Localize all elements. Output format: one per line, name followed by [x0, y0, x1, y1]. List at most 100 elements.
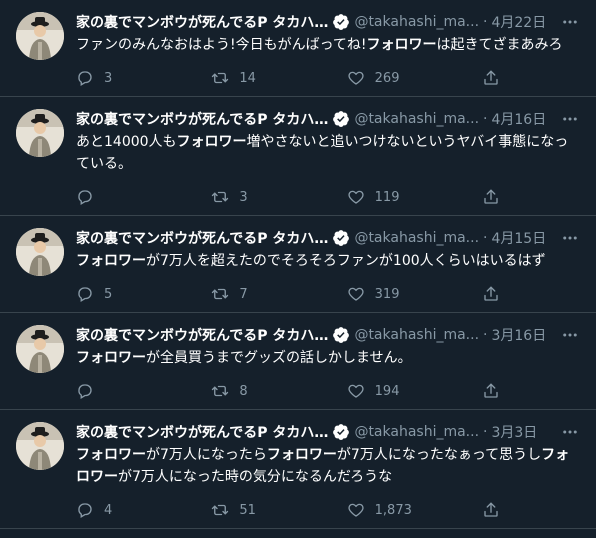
display-name[interactable]: 家の裏でマンボウが死んでるP タカハ…: [76, 422, 328, 442]
retweet-count: 51: [239, 502, 256, 518]
like-button[interactable]: 319: [339, 277, 474, 311]
share-button[interactable]: [474, 493, 508, 527]
heart-icon: [339, 493, 373, 527]
like-count: 319: [374, 286, 400, 302]
tweet-date[interactable]: 4月16日: [491, 109, 546, 129]
tweet-actions: 5 7 319: [68, 276, 508, 312]
display-name[interactable]: 家の裏でマンボウが死んでるP タカハ…: [76, 228, 328, 248]
tweet-text-segment: が7万人を超えたのでそろそろファンが100人くらいはいるはず: [146, 253, 546, 269]
retweet-icon: [203, 180, 237, 214]
verified-badge-icon: [332, 13, 350, 31]
more-icon[interactable]: [560, 422, 580, 442]
reply-button[interactable]: 5: [68, 277, 203, 311]
user-handle[interactable]: @takahashi_ma...: [354, 111, 479, 127]
tweet-date[interactable]: 3月16日: [491, 325, 546, 345]
tweet-date[interactable]: 3月3日: [491, 422, 537, 442]
tweet-text-bold: フォロワー: [366, 37, 437, 53]
tweet-text-segment: ファンのみんなおはよう!今日もがんばってね!: [76, 37, 367, 53]
like-count: 1,873: [374, 502, 412, 518]
separator-dot: ·: [483, 111, 488, 127]
verified-badge-icon: [332, 110, 350, 128]
reply-icon: [68, 374, 102, 408]
reply-count: 5: [104, 286, 113, 302]
retweet-button[interactable]: 3: [203, 180, 338, 214]
avatar[interactable]: [16, 228, 64, 276]
tweet[interactable]: 家の裏でマンボウが死んでるP タカハ… @takahashi_ma... · 4…: [0, 0, 596, 97]
retweet-button[interactable]: 14: [203, 61, 338, 95]
tweet-text-bold: フォロワー: [76, 253, 146, 269]
tweet[interactable]: 家の裏でマンボウが死んでるP タカハ… @takahashi_ma... · 4…: [0, 216, 596, 313]
tweet[interactable]: 家の裏でマンボウが死んでるP タカハ… @takahashi_ma... · 3…: [0, 313, 596, 410]
retweet-icon: [203, 61, 237, 95]
more-icon[interactable]: [560, 12, 580, 32]
like-button[interactable]: 119: [339, 180, 474, 214]
tweet[interactable]: 家の裏でマンボウが死んでるP タカハ… @takahashi_ma... · 3…: [0, 410, 596, 529]
share-button[interactable]: [474, 61, 508, 95]
heart-icon: [339, 374, 373, 408]
tweet-date[interactable]: 4月22日: [491, 12, 546, 32]
share-icon: [474, 61, 508, 95]
tweet-text-segment: が7万人になったら: [146, 447, 267, 463]
retweet-icon: [203, 493, 237, 527]
tweet-actions: 4 51 1,873: [68, 492, 508, 528]
reply-icon: [68, 61, 102, 95]
avatar[interactable]: [16, 422, 64, 470]
separator-dot: ·: [483, 14, 488, 30]
reply-count: 3: [104, 70, 113, 86]
tweet-header: 家の裏でマンボウが死んでるP タカハ… @takahashi_ma... · 4…: [76, 12, 580, 32]
separator-dot: ·: [483, 327, 488, 343]
reply-button[interactable]: 3: [68, 61, 203, 95]
reply-button[interactable]: [68, 180, 203, 214]
more-icon[interactable]: [560, 228, 580, 248]
tweet-content: 家の裏でマンボウが死んでるP タカハ… @takahashi_ma... · 3…: [76, 422, 580, 528]
share-icon: [474, 180, 508, 214]
tweet-content: 家の裏でマンボウが死んでるP タカハ… @takahashi_ma... · 4…: [76, 228, 580, 312]
heart-icon: [339, 277, 373, 311]
user-handle[interactable]: @takahashi_ma...: [354, 14, 479, 30]
retweet-icon: [203, 374, 237, 408]
retweet-button[interactable]: 8: [203, 374, 338, 408]
tweet-actions: 8 194: [68, 373, 508, 409]
like-button[interactable]: 1,873: [339, 493, 474, 527]
retweet-count: 8: [239, 383, 248, 399]
retweet-count: 14: [239, 70, 256, 86]
tweet-date[interactable]: 4月15日: [491, 228, 546, 248]
display-name[interactable]: 家の裏でマンボウが死んでるP タカハ…: [76, 325, 328, 345]
verified-badge-icon: [332, 423, 350, 441]
tweet-text-segment: は起きてざまあみろ: [436, 37, 563, 53]
tweet-content: 家の裏でマンボウが死んでるP タカハ… @takahashi_ma... · 4…: [76, 12, 580, 96]
avatar[interactable]: [16, 109, 64, 157]
like-button[interactable]: 194: [339, 374, 474, 408]
share-icon: [474, 277, 508, 311]
share-button[interactable]: [474, 180, 508, 214]
more-icon[interactable]: [560, 325, 580, 345]
avatar[interactable]: [16, 325, 64, 373]
user-handle[interactable]: @takahashi_ma...: [354, 230, 479, 246]
like-button[interactable]: 269: [339, 61, 474, 95]
share-button[interactable]: [474, 277, 508, 311]
retweet-button[interactable]: 51: [203, 493, 338, 527]
user-handle[interactable]: @takahashi_ma...: [354, 424, 479, 440]
avatar[interactable]: [16, 12, 64, 60]
user-handle[interactable]: @takahashi_ma...: [354, 327, 479, 343]
tweet-text-bold: フォロワー: [266, 447, 337, 463]
display-name[interactable]: 家の裏でマンボウが死んでるP タカハ…: [76, 12, 328, 32]
display-name[interactable]: 家の裏でマンボウが死んでるP タカハ…: [76, 109, 328, 129]
retweet-button[interactable]: 7: [203, 277, 338, 311]
retweet-count: 3: [239, 189, 248, 205]
reply-button[interactable]: [68, 374, 203, 408]
reply-count: 4: [104, 502, 113, 518]
tweet[interactable]: 家の裏でマンボウが死んでるP タカハ… @takahashi_ma... · 4…: [0, 97, 596, 216]
tweet-text: あと14000人もフォロワー増やさないと追いつけないというヤバイ事態になっている…: [76, 131, 580, 175]
like-count: 269: [374, 70, 400, 86]
tweet-content: 家の裏でマンボウが死んでるP タカハ… @takahashi_ma... · 4…: [76, 109, 580, 215]
reply-button[interactable]: 4: [68, 493, 203, 527]
tweet-text-segment: が全員買うまでグッズの話しかしません。: [146, 350, 412, 366]
reply-icon: [68, 277, 102, 311]
like-count: 194: [374, 383, 400, 399]
tweet-text: フォロワーが全員買うまでグッズの話しかしません。: [76, 347, 580, 369]
share-button[interactable]: [474, 374, 508, 408]
reply-icon: [68, 493, 102, 527]
tweet-text-segment: あと14000人も: [76, 134, 177, 150]
more-icon[interactable]: [560, 109, 580, 129]
